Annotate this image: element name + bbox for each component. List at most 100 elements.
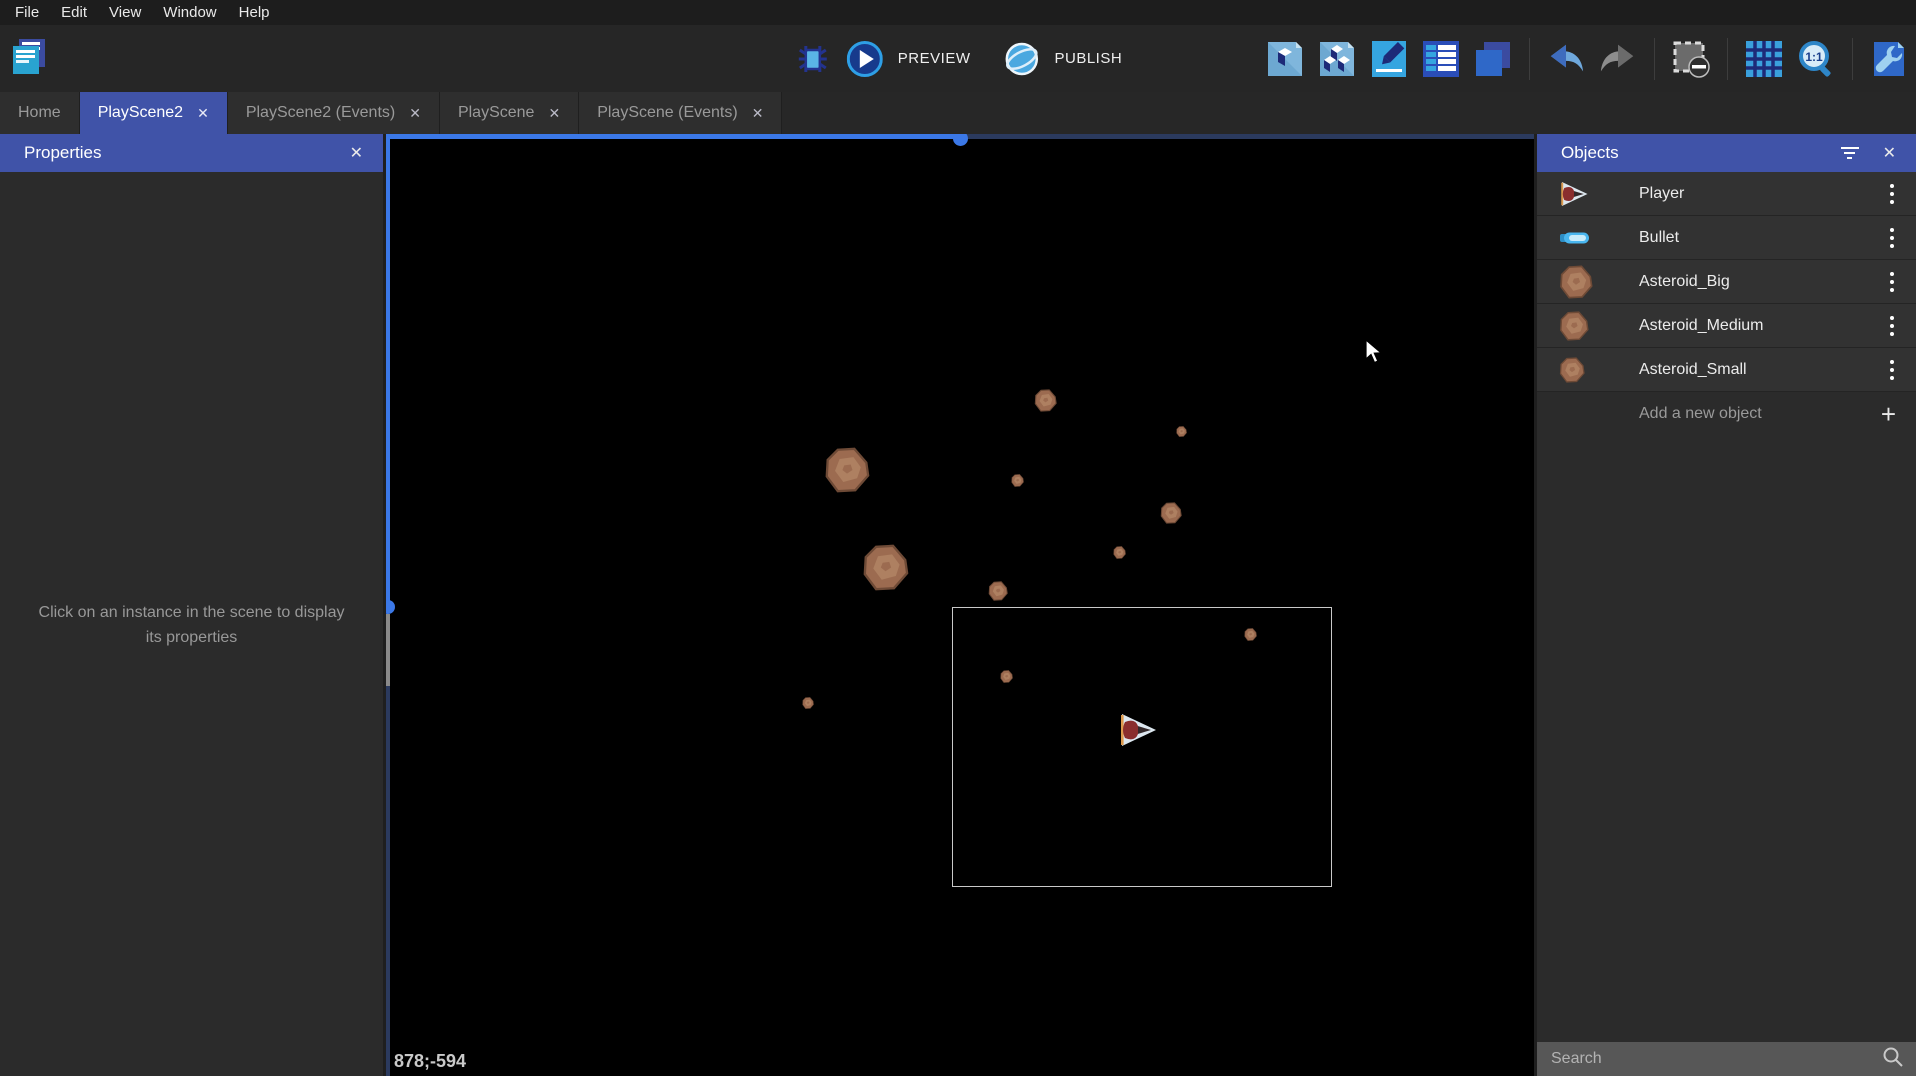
tab-playscene2[interactable]: PlayScene2 ✕ (80, 92, 228, 134)
redo-icon[interactable] (1599, 40, 1637, 78)
menu-item-view[interactable]: View (98, 4, 152, 21)
add-object-row[interactable]: Add a new object + (1537, 392, 1916, 436)
properties-panel-title: Properties (24, 143, 344, 163)
asteroid-instance[interactable] (1244, 628, 1257, 646)
grid-icon[interactable] (1745, 40, 1783, 78)
deselect-icon[interactable] (1672, 40, 1710, 78)
tab-close-icon[interactable]: ✕ (752, 105, 764, 122)
tab-bar: HomePlayScene2✕PlayScene2 (Events)✕PlayS… (0, 92, 1916, 134)
gdevelop-window: FileEditViewWindowHelp (0, 0, 1916, 1076)
properties-panel: Properties ✕ Click on an instance in the… (0, 134, 383, 1076)
debug-icon[interactable] (794, 40, 832, 78)
canvas-hscrollbar-knob[interactable] (953, 134, 968, 146)
object-name-label: Bullet (1615, 229, 1882, 247)
object-row-asteroid_big[interactable]: Asteroid_Big (1537, 260, 1916, 304)
object-menu-kebab-icon[interactable] (1882, 268, 1902, 296)
publish-globe-icon[interactable] (1002, 40, 1040, 78)
tab-label: PlayScene (Events) (597, 104, 738, 122)
objects-cubes-icon[interactable] (1318, 40, 1356, 78)
asteroid-icon (1559, 265, 1615, 299)
asteroid-instance[interactable] (1113, 546, 1126, 564)
scene-file-icon[interactable] (1266, 40, 1304, 78)
object-name-label: Asteroid_Big (1615, 273, 1882, 291)
asteroid-instance[interactable] (824, 447, 870, 498)
canvas-vscrollbar-knob[interactable] (386, 600, 395, 614)
object-menu-kebab-icon[interactable] (1882, 356, 1902, 384)
tab-playscene[interactable]: PlayScene ✕ (440, 92, 579, 134)
scene-editor-pencil-icon[interactable] (1370, 40, 1408, 78)
toolbar-separator (1529, 38, 1530, 80)
object-row-asteroid_medium[interactable]: Asteroid_Medium (1537, 304, 1916, 348)
tab-close-icon[interactable]: ✕ (409, 105, 421, 122)
toolbar-separator (1727, 38, 1728, 80)
tab-home[interactable]: Home (0, 92, 80, 134)
menu-item-window[interactable]: Window (152, 4, 227, 21)
menu-item-edit[interactable]: Edit (50, 4, 98, 21)
preview-button-label[interactable]: PREVIEW (898, 50, 971, 67)
menu-item-file[interactable]: File (4, 4, 50, 21)
toolbar-separator (1654, 38, 1655, 80)
asteroid-instance[interactable] (1011, 474, 1024, 492)
object-row-player[interactable]: Player (1537, 172, 1916, 216)
scene-canvas[interactable]: 878;-594 (386, 134, 1534, 1076)
player-ship-instance[interactable] (1118, 713, 1158, 752)
object-name-label: Asteroid_Small (1615, 361, 1882, 379)
menu-item-help[interactable]: Help (228, 4, 281, 21)
objects-panel: Objects ✕ Player Bullet Asteroid_Big Ast… (1537, 134, 1916, 1076)
object-search-input[interactable] (1549, 1049, 1882, 1069)
tab-playscene2-events-[interactable]: PlayScene2 (Events)✕ (228, 92, 440, 134)
object-menu-kebab-icon[interactable] (1882, 180, 1902, 208)
search-icon (1882, 1046, 1904, 1073)
player-ship-icon (1559, 181, 1615, 207)
add-object-plus-icon[interactable]: + (1875, 401, 1902, 427)
objects-close-icon[interactable]: ✕ (1877, 141, 1902, 165)
asteroid-instance[interactable] (802, 696, 814, 714)
filter-icon[interactable] (1841, 144, 1859, 162)
asteroid-instance[interactable] (862, 544, 909, 596)
objects-panel-title: Objects (1561, 143, 1841, 163)
canvas-hscrollbar-track[interactable] (386, 134, 1534, 139)
project-manager-icon[interactable] (10, 38, 48, 76)
asteroid-instance[interactable] (1000, 670, 1013, 688)
canvas-vscrollbar-track-gray (386, 614, 390, 686)
play-icon[interactable] (846, 40, 884, 78)
objects-list: Player Bullet Asteroid_Big Asteroid_Medi… (1537, 172, 1916, 392)
cursor-coordinates-label: 878;-594 (394, 1051, 466, 1072)
toolbar-separator (1852, 38, 1853, 80)
zoom-1-1-icon[interactable]: 1:1 (1797, 40, 1835, 78)
asteroid-icon (1559, 357, 1615, 383)
publish-button-label[interactable]: PUBLISH (1054, 50, 1122, 67)
object-name-label: Asteroid_Medium (1615, 317, 1882, 335)
tab-close-icon[interactable]: ✕ (197, 105, 209, 122)
properties-close-icon[interactable]: ✕ (344, 141, 369, 165)
menu-bar: FileEditViewWindowHelp (0, 0, 1916, 25)
layers-icon[interactable] (1474, 40, 1512, 78)
canvas-vscrollbar-bar[interactable] (386, 134, 390, 607)
asteroid-instance[interactable] (1034, 389, 1057, 417)
asteroid-instance[interactable] (988, 581, 1008, 606)
asteroid-instance[interactable] (1160, 502, 1182, 529)
tab-label: PlayScene2 (98, 104, 183, 122)
tab-playscene-events-[interactable]: PlayScene (Events) ✕ (579, 92, 782, 134)
tab-label: Home (18, 104, 61, 122)
asteroid-icon (1559, 311, 1615, 341)
events-sheet-icon[interactable] (1422, 40, 1460, 78)
svg-text:1:1: 1:1 (1805, 50, 1823, 64)
bullet-icon (1559, 230, 1615, 246)
object-search-bar (1537, 1042, 1916, 1076)
object-row-asteroid_small[interactable]: Asteroid_Small (1537, 348, 1916, 392)
debug-tools-icon[interactable] (1870, 40, 1908, 78)
object-menu-kebab-icon[interactable] (1882, 312, 1902, 340)
tab-label: PlayScene (458, 104, 535, 122)
asteroid-instance[interactable] (1176, 424, 1187, 442)
object-menu-kebab-icon[interactable] (1882, 224, 1902, 252)
properties-empty-message: Click on an instance in the scene to dis… (0, 600, 383, 650)
main-toolbar: PREVIEW PUBLISH (0, 25, 1916, 92)
tab-close-icon[interactable]: ✕ (548, 105, 560, 122)
properties-panel-header: Properties ✕ (0, 134, 383, 172)
objects-panel-header: Objects ✕ (1537, 134, 1916, 172)
object-row-bullet[interactable]: Bullet (1537, 216, 1916, 260)
undo-icon[interactable] (1547, 40, 1585, 78)
canvas-vscrollbar-track-navy (386, 686, 390, 1076)
canvas-hscrollbar-bar[interactable] (386, 134, 960, 139)
